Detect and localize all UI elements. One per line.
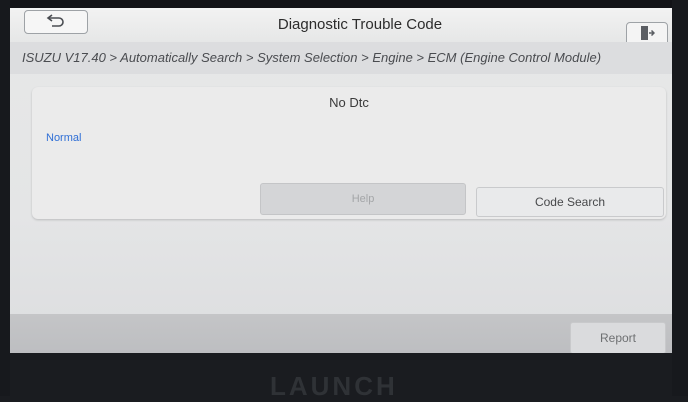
device-bezel-right (672, 0, 688, 396)
help-button[interactable]: Help (260, 183, 466, 215)
dtc-result-card: No Dtc Normal Help Code Search (32, 87, 666, 219)
device-brand-logo: LAUNCH (270, 371, 398, 401)
page-title: Diagnostic Trouble Code (277, 16, 443, 33)
device-bezel-left (0, 0, 10, 396)
back-button[interactable] (24, 10, 88, 34)
back-arrow-icon (46, 13, 66, 32)
screen: Diagnostic Trouble Code ISUZU V17.40 > A… (10, 8, 672, 353)
dtc-message: No Dtc (329, 95, 369, 110)
status-text: Normal (46, 132, 82, 144)
breadcrumb: ISUZU V17.40 > Automatically Search > Sy… (10, 42, 672, 74)
report-button[interactable]: Report (570, 322, 666, 353)
footer-bar: Report (10, 314, 672, 353)
code-search-button[interactable]: Code Search (476, 187, 664, 217)
title-bar: Diagnostic Trouble Code (10, 8, 672, 48)
